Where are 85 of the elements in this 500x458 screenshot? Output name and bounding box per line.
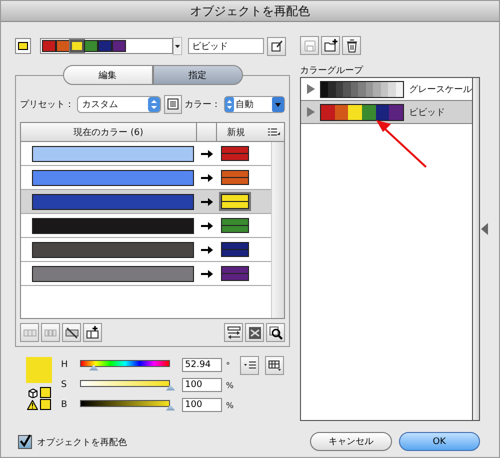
gamut-swatch[interactable] [40, 399, 51, 410]
randomize-icon-button[interactable] [245, 323, 264, 342]
ok-button[interactable]: OK [398, 432, 480, 451]
exclude-icon [64, 326, 78, 340]
search-icon-button[interactable] [266, 323, 285, 342]
grid-icon [268, 358, 282, 372]
tab[interactable]: 編集 [62, 65, 152, 85]
arrow-icon [201, 174, 213, 182]
unit-label: ° [226, 360, 231, 370]
unit-label: % [226, 380, 234, 390]
merge-icon-button[interactable] [20, 323, 39, 342]
edit-icon [270, 39, 284, 53]
strip-swatch[interactable] [56, 40, 70, 52]
name-field[interactable]: ビビッド [188, 38, 264, 54]
checkbox[interactable] [18, 435, 32, 449]
exclude-icon-button[interactable] [62, 323, 81, 342]
trash-icon-button[interactable] [342, 36, 361, 55]
arrow-icon [201, 198, 213, 206]
color-strip[interactable] [40, 38, 173, 54]
gamut-swatch[interactable] [40, 387, 50, 398]
strip-swatch[interactable] [42, 40, 56, 52]
trash-icon [344, 38, 358, 52]
grid-icon-button[interactable] [265, 356, 284, 374]
strip-swatch[interactable] [112, 40, 126, 52]
stepper-icon[interactable] [224, 96, 234, 112]
new-color-swatch[interactable] [221, 170, 249, 185]
slider-label: S [61, 380, 68, 390]
preset-dropdown[interactable]: カスタム [77, 96, 161, 112]
new-color-swatch[interactable] [221, 242, 249, 257]
color-group-row[interactable]: グレースケール [301, 78, 472, 101]
new-folder-icon-button[interactable] [321, 36, 340, 55]
swap-icon-button[interactable] [224, 323, 243, 342]
unit-label: % [226, 400, 234, 410]
new-row-icon-button[interactable] [83, 323, 102, 342]
column-header[interactable]: 新規 [227, 126, 245, 138]
search-icon [268, 326, 282, 340]
color-group-row[interactable]: ビビッド [301, 101, 472, 124]
arrow-icon [201, 270, 213, 278]
edit-icon-button[interactable] [267, 36, 286, 56]
caret-icon[interactable] [272, 96, 284, 112]
arrow-icon [201, 246, 213, 254]
group-name: グレースケール [409, 84, 472, 96]
menu-icon[interactable] [268, 128, 280, 136]
new-folder-icon [324, 38, 338, 52]
table-row[interactable] [21, 190, 271, 214]
new-row-icon [86, 326, 100, 340]
new-color-swatch[interactable] [221, 266, 249, 281]
cancel-button[interactable]: キャンセル [310, 432, 392, 451]
menu-icon-button[interactable] [240, 356, 259, 374]
new-color-swatch[interactable] [221, 218, 249, 233]
window-title: オブジェクトを再配色 [1, 1, 499, 22]
arrow-icon [201, 150, 213, 158]
color-dropdown[interactable]: 自動 [224, 96, 285, 112]
swap-icon [226, 326, 240, 340]
strip-swatch[interactable] [84, 40, 98, 52]
stepper-icon[interactable] [148, 96, 160, 112]
value-field[interactable]: 100 [182, 378, 222, 392]
dropdown-arrow-icon[interactable] [173, 37, 182, 55]
column-header[interactable]: 現在のカラー (6) [21, 123, 197, 141]
expand-triangle-icon[interactable] [307, 84, 315, 94]
slider-label: H [61, 360, 69, 370]
list-icon [166, 97, 180, 111]
value-field[interactable]: 100 [182, 398, 222, 412]
expand-triangle-icon[interactable] [307, 107, 315, 117]
strip-swatch[interactable] [98, 40, 112, 52]
checkbox-label: オブジェクトを再配色 [37, 436, 127, 448]
color-label: カラー： [184, 98, 221, 110]
cube-icon [28, 388, 38, 398]
arrow-icon [201, 222, 213, 230]
new-color-swatch[interactable] [221, 194, 249, 209]
scrollbar[interactable] [271, 142, 284, 318]
warning-icon [27, 400, 38, 410]
save-icon [302, 38, 316, 52]
section-label: カラーグループ [300, 64, 364, 76]
preset-label: プリセット： [20, 98, 74, 110]
scrollbar[interactable] [473, 78, 479, 420]
value-field[interactable]: 52.94 [182, 358, 222, 372]
tab[interactable]: 指定 [152, 65, 242, 85]
strip-swatch[interactable] [70, 40, 84, 52]
new-color-swatch[interactable] [221, 146, 249, 161]
slider-label: B [61, 400, 68, 410]
group-name: ビビッド [409, 106, 445, 118]
randomize-icon [248, 326, 262, 340]
color-swatch[interactable] [15, 38, 31, 54]
list-icon-button[interactable] [164, 94, 182, 114]
